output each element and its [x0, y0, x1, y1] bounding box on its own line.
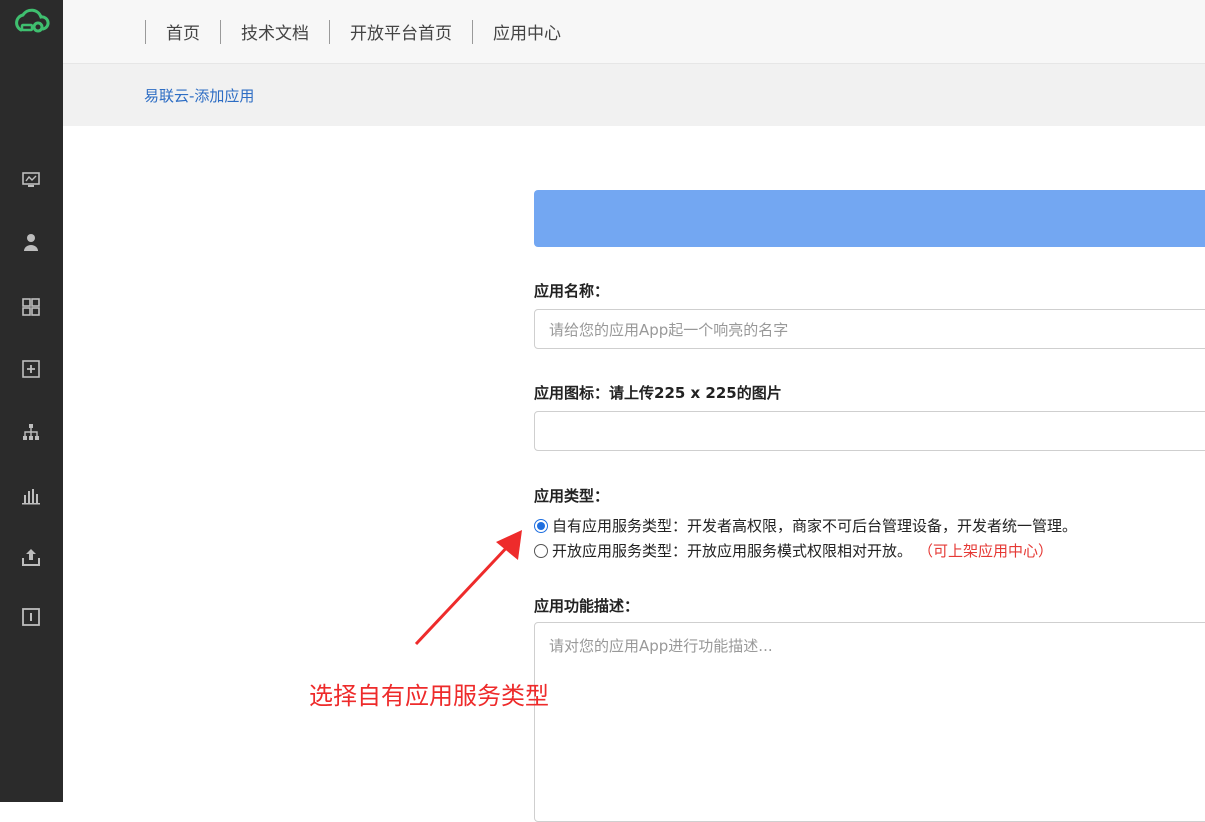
app-desc-textarea[interactable]: 请对您的应用App进行功能描述... [534, 622, 1205, 822]
bar-chart-icon[interactable] [20, 485, 42, 507]
form-header-banner [534, 190, 1205, 247]
app-type-option-own[interactable]: 自有应用服务类型：开发者高权限，商家不可后台管理设备，开发者统一管理。 [534, 515, 1077, 536]
upload-icon[interactable] [20, 546, 42, 568]
app-icon-upload-field[interactable] [534, 411, 1205, 451]
add-box-icon[interactable] [20, 358, 42, 380]
app-desc-placeholder: 请对您的应用App进行功能描述... [549, 637, 773, 655]
breadcrumb: 易联云-添加应用 [63, 64, 1205, 126]
app-center-note: （可上架应用中心） [918, 542, 1054, 560]
user-icon[interactable] [20, 231, 42, 253]
top-nav: 首页 技术文档 开放平台首页 应用中心 [63, 0, 1205, 64]
app-type-option-open-label: 开放应用服务类型：开放应用服务模式权限相对开放。 [552, 542, 913, 560]
annotation-arrow-icon [414, 530, 522, 646]
nav-separator [145, 19, 146, 44]
app-name-input[interactable]: 请给您的应用App起一个响亮的名字 [534, 309, 1205, 349]
nav-item-docs[interactable]: 技术文档 [241, 19, 309, 44]
nav-separator [220, 19, 221, 44]
breadcrumb-link[interactable]: 易联云-添加应用 [144, 85, 254, 106]
annotation-text: 选择自有应用服务类型 [309, 682, 549, 710]
nav-item-home[interactable]: 首页 [166, 19, 200, 44]
app-name-label: 应用名称： [534, 282, 610, 300]
logo-cloud-icon[interactable] [13, 6, 51, 36]
nav-item-app-center[interactable]: 应用中心 [493, 19, 561, 44]
monitor-icon[interactable] [20, 169, 42, 191]
sidebar [0, 0, 63, 802]
radio-unchecked[interactable] [534, 543, 548, 558]
app-desc-label: 应用功能描述： [534, 597, 640, 615]
grid-icon[interactable] [20, 296, 42, 318]
app-type-option-own-label: 自有应用服务类型：开发者高权限，商家不可后台管理设备，开发者统一管理。 [552, 517, 1078, 535]
info-box-icon[interactable] [20, 606, 42, 628]
app-type-option-open[interactable]: 开放应用服务类型：开放应用服务模式权限相对开放。 （可上架应用中心） [534, 540, 1053, 561]
sitemap-icon[interactable] [20, 421, 42, 443]
app-type-label: 应用类型： [534, 487, 610, 505]
nav-separator [472, 19, 473, 44]
nav-separator [329, 19, 330, 44]
app-name-placeholder: 请给您的应用App起一个响亮的名字 [549, 320, 789, 339]
radio-checked[interactable] [534, 518, 548, 533]
nav-item-open-platform[interactable]: 开放平台首页 [350, 19, 452, 44]
app-icon-label: 应用图标：请上传225 x 225的图片 [534, 384, 782, 402]
nav-list: 首页 技术文档 开放平台首页 应用中心 [145, 19, 561, 44]
